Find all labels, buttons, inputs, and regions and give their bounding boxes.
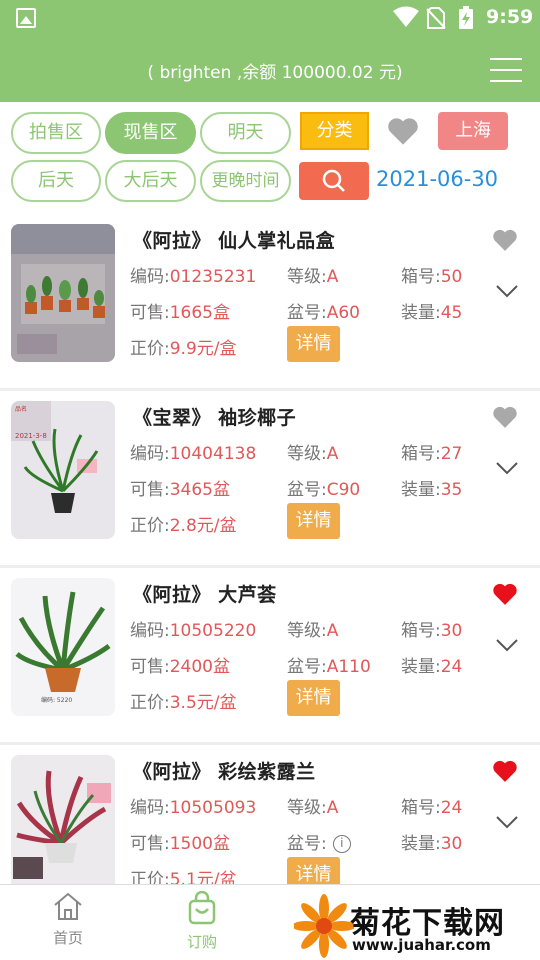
wifi-icon xyxy=(393,6,419,27)
search-icon xyxy=(322,169,345,192)
city-button[interactable]: 上海 xyxy=(438,112,508,150)
battery-icon xyxy=(459,6,473,29)
product-box-number: 箱号:30 xyxy=(401,621,463,641)
chevron-down-icon[interactable] xyxy=(496,461,518,475)
product-photo-parlor-palm[interactable]: 品名 2021-3-8 xyxy=(11,401,115,539)
product-grade: 等级:A xyxy=(287,621,339,641)
product-available: 可售:1665盒 xyxy=(130,303,230,323)
svg-text:编码: 5220: 编码: 5220 xyxy=(41,696,72,704)
product-card[interactable]: 《阿拉》 彩绘紫露兰 编码:10505093 等级:A 箱号:24 可售:150… xyxy=(0,745,540,884)
nav-home[interactable]: 首页 xyxy=(28,891,108,948)
chevron-down-icon[interactable] xyxy=(496,815,518,829)
product-pot-number: 盆号: i xyxy=(287,829,351,854)
svg-text:品名: 品名 xyxy=(15,405,27,413)
product-code: 编码:10505220 xyxy=(130,621,257,641)
product-photo-cactus-gift-box[interactable] xyxy=(11,224,115,362)
detail-button[interactable]: 详情 xyxy=(287,326,340,362)
product-pack-quantity: 装量:35 xyxy=(401,480,463,500)
app-header: ( brighten ,余额 100000.02 元) xyxy=(0,36,540,102)
tab-in-three-days[interactable]: 大后天 xyxy=(105,160,196,202)
product-price: 正价:3.5元/盆 xyxy=(130,693,237,713)
nav-home-label: 首页 xyxy=(52,929,83,947)
product-box-number: 箱号:27 xyxy=(401,444,463,464)
favorite-heart-icon[interactable] xyxy=(492,582,518,606)
product-grade: 等级:A xyxy=(287,798,339,818)
favorite-heart-icon[interactable] xyxy=(492,405,518,429)
image-icon xyxy=(16,8,36,28)
search-button[interactable] xyxy=(299,162,369,200)
product-pack-quantity: 装量:24 xyxy=(401,657,463,677)
product-pot-number: 盆号:A110 xyxy=(287,657,371,677)
tab-auction[interactable]: 拍售区 xyxy=(11,112,101,154)
chevron-down-icon[interactable] xyxy=(496,284,518,298)
tab-day-after-tomorrow[interactable]: 后天 xyxy=(11,160,101,202)
product-available: 可售:1500盆 xyxy=(130,834,230,854)
product-pot-number: 盆号:A60 xyxy=(287,303,360,323)
detail-button[interactable]: 详情 xyxy=(287,503,340,539)
product-code: 编码:10505093 xyxy=(130,798,257,818)
product-price: 正价:9.9元/盒 xyxy=(130,339,237,359)
product-code: 编码:10404138 xyxy=(130,444,257,464)
product-pack-quantity: 装量:45 xyxy=(401,303,463,323)
home-icon xyxy=(54,892,82,920)
watermark-url: www.juahar.com xyxy=(352,936,491,954)
favorites-filter-heart-icon[interactable] xyxy=(386,116,420,146)
detail-button[interactable]: 详情 xyxy=(287,857,340,884)
filter-area: 拍售区 现售区 明天 后天 大后天 更晚时间 分类 上海 xyxy=(0,102,540,214)
account-balance-title: ( brighten ,余额 100000.02 元) xyxy=(147,63,403,83)
product-pack-quantity: 装量:30 xyxy=(401,834,463,854)
product-box-number: 箱号:50 xyxy=(401,267,463,287)
product-available: 可售:2400盆 xyxy=(130,657,230,677)
product-price: 正价:5.1元/盆 xyxy=(130,870,237,884)
product-price: 正价:2.8元/盆 xyxy=(130,516,237,536)
product-grade: 等级:A xyxy=(287,444,339,464)
detail-button[interactable]: 详情 xyxy=(287,680,340,716)
favorite-heart-icon[interactable] xyxy=(492,759,518,783)
product-card[interactable]: 品名 2021-3-8 《宝翠》 袖珍椰子 编码:10404138 等级:A 箱… xyxy=(0,391,540,568)
site-watermark: 菊花下载网 www.juahar.com xyxy=(294,890,540,960)
product-name: 《阿拉》 大芦荟 xyxy=(133,584,277,606)
tab-tomorrow[interactable]: 明天 xyxy=(200,112,291,154)
status-time: 9:59 xyxy=(486,6,534,28)
nav-order[interactable]: 订购 xyxy=(162,890,242,952)
chevron-down-icon[interactable] xyxy=(496,638,518,652)
product-photo-aloe[interactable]: 编码: 5220 xyxy=(11,578,115,716)
category-button[interactable]: 分类 xyxy=(300,112,369,150)
product-name: 《阿拉》 仙人掌礼品盒 xyxy=(133,230,336,252)
product-box-number: 箱号:24 xyxy=(401,798,463,818)
product-list: 《阿拉》 仙人掌礼品盒 编码:01235231 等级:A 箱号:50 可售:16… xyxy=(0,214,540,884)
product-grade: 等级:A xyxy=(287,267,339,287)
no-sim-icon xyxy=(426,7,446,29)
info-icon[interactable]: i xyxy=(332,835,351,853)
product-available: 可售:3465盆 xyxy=(130,480,230,500)
status-bar: 9:59 xyxy=(0,0,540,36)
chrysanthemum-logo-icon xyxy=(294,894,354,958)
shopping-bag-icon xyxy=(188,890,216,925)
product-name: 《宝翠》 袖珍椰子 xyxy=(133,407,297,429)
favorite-heart-icon[interactable] xyxy=(492,228,518,252)
nav-order-label: 订购 xyxy=(186,933,217,951)
product-pot-number: 盆号:C90 xyxy=(287,480,361,500)
product-photo-tradescantia[interactable] xyxy=(11,755,115,884)
tab-spot-sale[interactable]: 现售区 xyxy=(105,112,196,154)
tab-later[interactable]: 更晚时间 xyxy=(200,160,291,202)
menu-icon[interactable] xyxy=(490,58,522,82)
svg-text:2021-3-8: 2021-3-8 xyxy=(15,432,47,440)
product-code: 编码:01235231 xyxy=(130,267,257,287)
product-card[interactable]: 编码: 5220 《阿拉》 大芦荟 编码:10505220 等级:A 箱号:30… xyxy=(0,568,540,745)
date-selector[interactable]: 2021-06-30 xyxy=(376,167,498,191)
product-name: 《阿拉》 彩绘紫露兰 xyxy=(133,761,316,783)
product-card[interactable]: 《阿拉》 仙人掌礼品盒 编码:01235231 等级:A 箱号:50 可售:16… xyxy=(0,214,540,391)
